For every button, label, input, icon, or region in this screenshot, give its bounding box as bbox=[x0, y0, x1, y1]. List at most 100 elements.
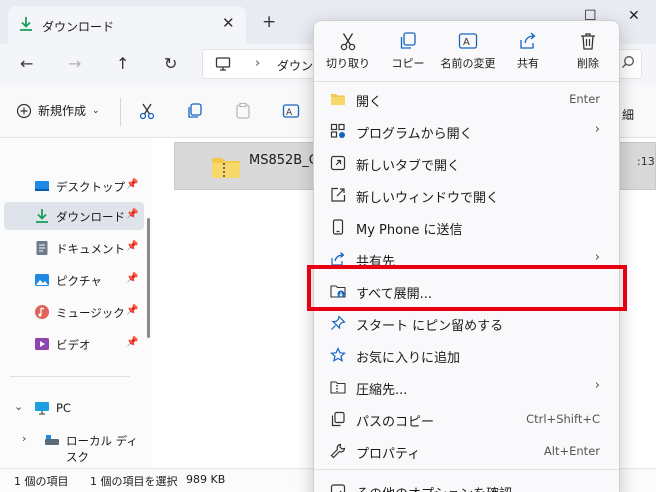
menu-item-label: プロパティ bbox=[356, 447, 421, 462]
menu-item-send-to-phone[interactable]: My Phone に送信 bbox=[320, 212, 614, 242]
pin-icon: 📌 bbox=[126, 209, 139, 220]
document-icon bbox=[36, 241, 48, 255]
sidebar-item-downloads[interactable]: ダウンロード 📌 bbox=[4, 202, 144, 230]
menu-item-compress-to[interactable]: 圧縮先... › bbox=[320, 372, 614, 402]
sidebar-item-label: PC bbox=[56, 401, 71, 415]
cut-icon[interactable] bbox=[138, 102, 156, 120]
star-icon bbox=[330, 347, 346, 363]
chevron-right-icon: › bbox=[594, 378, 600, 393]
pin-icon bbox=[331, 315, 346, 330]
new-button-label: 新規作成 bbox=[38, 104, 87, 118]
copy-path-icon bbox=[331, 411, 345, 427]
quick-action-label: 共有 bbox=[517, 57, 539, 70]
view-details-label[interactable]: 細 bbox=[622, 106, 634, 123]
video-icon bbox=[35, 338, 49, 350]
back-button[interactable]: ← bbox=[20, 54, 33, 73]
menu-item-pin-to-start[interactable]: スタート にピン留めする bbox=[320, 308, 614, 338]
menu-item-copy-path[interactable]: パスのコピー Ctrl+Shift+C bbox=[320, 404, 614, 434]
sidebar-item-label: ビデオ bbox=[56, 338, 91, 352]
sidebar-item-music[interactable]: ミュージック 📌 bbox=[4, 298, 144, 326]
sidebar-item-videos[interactable]: ビデオ 📌 bbox=[4, 330, 144, 358]
download-icon bbox=[20, 17, 32, 31]
picture-icon bbox=[35, 274, 49, 286]
download-icon bbox=[36, 209, 48, 223]
sidebar-item-label: ピクチャ bbox=[56, 274, 102, 288]
quick-action-copy[interactable]: コピー bbox=[378, 31, 438, 71]
rename-icon[interactable]: A bbox=[282, 102, 300, 120]
plus-circle-icon bbox=[16, 103, 32, 118]
sidebar-item-documents[interactable]: ドキュメント 📌 bbox=[4, 234, 144, 262]
menu-item-label: パスのコピー bbox=[356, 415, 435, 430]
sidebar-item-label: デスクトップ bbox=[56, 180, 125, 194]
phone-icon bbox=[332, 219, 344, 235]
svg-text:A: A bbox=[463, 37, 470, 48]
selection-size: 989 KB bbox=[186, 473, 226, 486]
close-window-button[interactable]: ✕ bbox=[628, 8, 640, 24]
quick-action-cut[interactable]: 切り取り bbox=[318, 31, 378, 71]
cut-icon bbox=[340, 33, 356, 51]
properties-icon bbox=[330, 443, 346, 459]
sidebar-item-desktop[interactable]: デスクトップ 📌 bbox=[4, 172, 144, 200]
chevron-down-icon: ⌄ bbox=[92, 105, 100, 116]
menu-item-open[interactable]: 開く Enter bbox=[320, 84, 614, 114]
compress-icon bbox=[330, 381, 346, 394]
menu-item-label: スタート にピン留めする bbox=[356, 319, 504, 334]
new-window-icon bbox=[331, 187, 346, 202]
pin-icon: 📌 bbox=[126, 241, 139, 252]
open-with-icon bbox=[330, 123, 345, 138]
menu-item-add-favorite[interactable]: お気に入りに追加 bbox=[320, 340, 614, 370]
menu-item-open-with[interactable]: プログラムから開く › bbox=[320, 116, 614, 146]
menu-item-label: 新しいウィンドウで開く bbox=[356, 191, 500, 206]
tab-close-icon[interactable]: ✕ bbox=[222, 14, 235, 32]
share-icon bbox=[520, 32, 536, 49]
copy-icon[interactable] bbox=[186, 102, 204, 120]
quick-action-label: 名前の変更 bbox=[440, 57, 496, 70]
music-icon bbox=[35, 305, 49, 319]
quick-action-share[interactable]: 共有 bbox=[498, 31, 558, 71]
sidebar-item-pc[interactable]: ⌄ PC bbox=[4, 394, 144, 422]
context-menu: 切り取り コピー A 名前の変更 共有 削除 開く Enter プログラムから開… bbox=[313, 20, 620, 492]
menu-item-label: My Phone に送信 bbox=[356, 223, 463, 238]
scrollbar[interactable] bbox=[147, 218, 150, 338]
sidebar-item-pictures[interactable]: ピクチャ 📌 bbox=[4, 266, 144, 294]
search-icon[interactable] bbox=[621, 55, 635, 69]
desktop-icon bbox=[35, 181, 49, 191]
quick-action-label: コピー bbox=[391, 57, 425, 70]
new-button[interactable]: 新規作成 ⌄ bbox=[16, 102, 100, 119]
tab-downloads[interactable]: ダウンロード ✕ bbox=[8, 6, 246, 44]
menu-item-open-new-window[interactable]: 新しいウィンドウで開く bbox=[320, 180, 614, 210]
tab-title: ダウンロード bbox=[42, 20, 115, 34]
quick-action-label: 削除 bbox=[577, 57, 599, 70]
chevron-right-icon[interactable]: › bbox=[22, 432, 26, 445]
menu-item-label: その他のオプションを確認 bbox=[356, 483, 512, 492]
menu-item-properties[interactable]: プロパティ Alt+Enter bbox=[320, 436, 614, 466]
pin-icon: 📌 bbox=[126, 337, 139, 348]
menu-item-label: 新しいタブで開く bbox=[356, 159, 461, 174]
menu-item-label: 圧縮先... bbox=[356, 383, 408, 398]
new-tab-button[interactable]: + bbox=[262, 12, 276, 32]
sidebar-item-label: ミュージック bbox=[56, 306, 125, 320]
pin-icon: 📌 bbox=[126, 179, 139, 190]
refresh-button[interactable]: ↻ bbox=[164, 54, 177, 73]
item-count: 1 個の項目 bbox=[14, 475, 69, 488]
quick-action-rename[interactable]: A 名前の変更 bbox=[438, 31, 498, 71]
chevron-down-icon[interactable]: ⌄ bbox=[14, 400, 23, 413]
divider bbox=[314, 81, 619, 82]
pin-icon: 📌 bbox=[126, 273, 139, 284]
menu-item-more-options[interactable]: その他のオプションを確認 bbox=[320, 476, 614, 492]
menu-item-label: プログラムから開く bbox=[356, 127, 473, 142]
highlight-box bbox=[307, 265, 627, 311]
sidebar-item-local-disk[interactable]: › ローカル ディスク bbox=[4, 426, 144, 464]
svg-text:A: A bbox=[286, 108, 293, 118]
menu-item-shortcut: Ctrl+Shift+C bbox=[526, 412, 600, 426]
menu-item-label: お気に入りに追加 bbox=[356, 351, 461, 366]
quick-action-delete[interactable]: 削除 bbox=[558, 31, 618, 71]
quick-action-label: 切り取り bbox=[326, 57, 370, 70]
delete-icon bbox=[581, 33, 595, 50]
menu-item-open-new-tab[interactable]: 新しいタブで開く bbox=[320, 148, 614, 178]
rename-icon: A bbox=[458, 33, 478, 49]
up-button[interactable]: ↑ bbox=[116, 54, 129, 73]
forward-button[interactable]: → bbox=[68, 54, 81, 73]
paste-icon[interactable] bbox=[234, 102, 252, 120]
breadcrumb-separator: › bbox=[255, 56, 261, 71]
